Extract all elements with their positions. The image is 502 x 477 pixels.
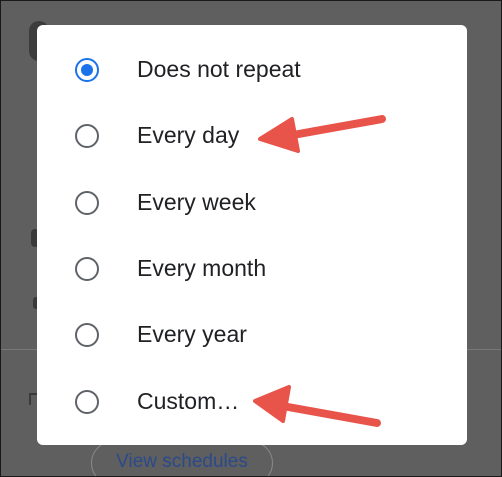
view-schedules-label: View schedules	[116, 451, 248, 472]
radio-button[interactable]	[75, 191, 99, 215]
screen-frame: View schedules Does not repeat Every day…	[0, 0, 502, 477]
option-label: Every day	[137, 122, 240, 148]
option-label: Every month	[137, 255, 267, 281]
radio-button[interactable]	[75, 323, 99, 347]
option-label: Every week	[137, 189, 256, 215]
radio-button-checked[interactable]	[75, 58, 99, 82]
radio-button[interactable]	[75, 257, 99, 281]
option-label: Does not repeat	[137, 56, 301, 82]
option-every-year[interactable]: Every year	[37, 302, 467, 368]
option-custom[interactable]: Custom…	[37, 369, 467, 435]
background-divider	[467, 349, 501, 350]
option-label: Custom…	[137, 388, 240, 414]
option-every-month[interactable]: Every month	[37, 236, 467, 302]
option-does-not-repeat[interactable]: Does not repeat	[37, 37, 467, 103]
view-schedules-button: View schedules	[91, 441, 273, 476]
radio-button[interactable]	[75, 124, 99, 148]
option-every-day[interactable]: Every day	[37, 103, 467, 169]
option-label: Every year	[137, 321, 247, 347]
background-divider	[1, 349, 37, 350]
option-every-week[interactable]: Every week	[37, 170, 467, 236]
radio-button[interactable]	[75, 390, 99, 414]
repeat-dialog: Does not repeat Every day Every week Eve…	[37, 25, 467, 445]
